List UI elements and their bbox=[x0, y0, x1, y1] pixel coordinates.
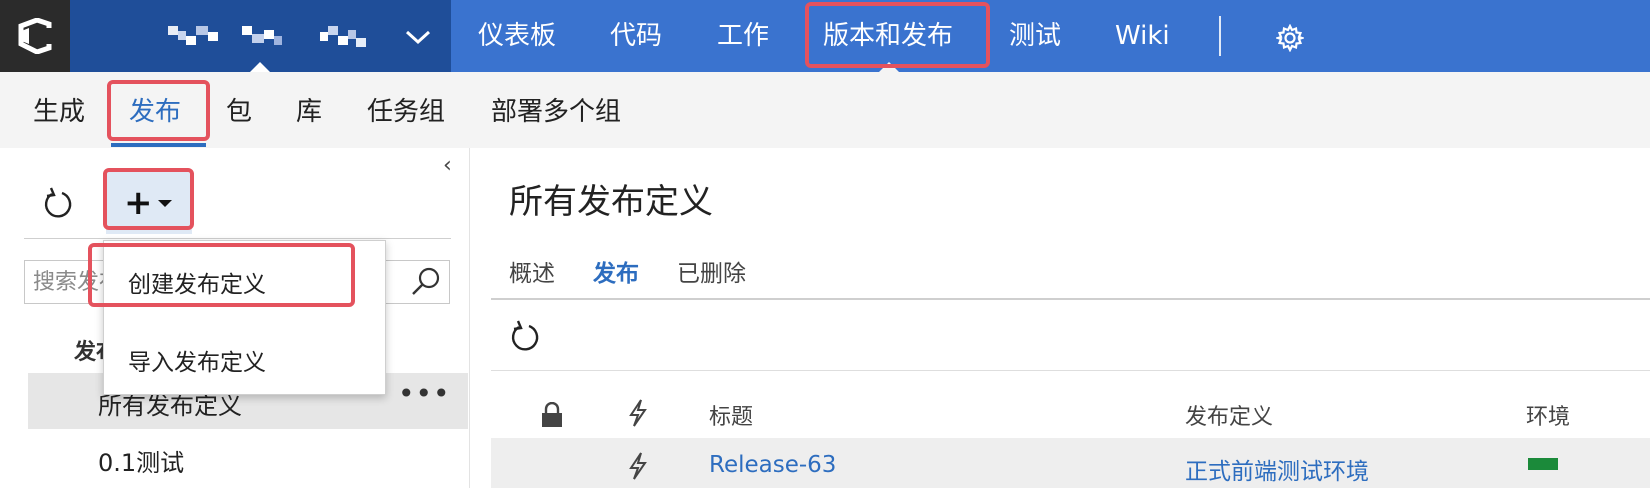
left-divider bbox=[24, 238, 451, 239]
tab-deleted[interactable]: 已删除 bbox=[677, 254, 746, 288]
project-name-blurred bbox=[168, 26, 367, 48]
search-icon[interactable] bbox=[410, 266, 442, 298]
add-button[interactable]: + bbox=[106, 172, 192, 234]
nav-build-and-release[interactable]: 版本和发布 bbox=[823, 19, 953, 53]
refresh-icon[interactable] bbox=[42, 185, 74, 221]
page-title: 所有发布定义 bbox=[509, 182, 713, 222]
gear-icon[interactable] bbox=[1276, 24, 1304, 52]
column-header-title[interactable]: 标题 bbox=[709, 399, 753, 431]
nav-test[interactable]: 测试 bbox=[1009, 19, 1061, 53]
definition-item-test[interactable]: 0.1测试 bbox=[98, 443, 184, 478]
table-row[interactable] bbox=[491, 438, 1650, 488]
subnav-task-groups[interactable]: 任务组 bbox=[367, 96, 445, 128]
subnav-packages[interactable]: 包 bbox=[226, 96, 252, 128]
tabs-divider bbox=[491, 298, 1650, 300]
subnav-build[interactable]: 生成 bbox=[33, 96, 85, 128]
nav-code[interactable]: 代码 bbox=[610, 19, 662, 53]
lightning-icon bbox=[629, 399, 647, 427]
more-options-icon[interactable]: ••• bbox=[398, 377, 451, 410]
project-selector[interactable] bbox=[70, 0, 451, 72]
environment-status-badge[interactable] bbox=[1528, 458, 1558, 470]
tab-overview[interactable]: 概述 bbox=[509, 254, 555, 288]
release-definition-link[interactable]: 正式前端测试环境 bbox=[1185, 452, 1369, 486]
nav-wiki[interactable]: Wiki bbox=[1115, 19, 1170, 53]
menu-item-import-release-definition[interactable]: 导入发布定义 bbox=[128, 343, 266, 377]
lightning-icon bbox=[629, 452, 647, 480]
add-dropdown-menu: 创建发布定义 导入发布定义 bbox=[103, 240, 386, 395]
lock-icon bbox=[542, 402, 562, 427]
subnav-deployment-groups[interactable]: 部署多个组 bbox=[491, 96, 621, 128]
subnav-active-underline bbox=[111, 143, 206, 147]
plus-icon: + bbox=[124, 183, 153, 223]
top-bar: 仪表板 代码 工作 版本和发布 测试 Wiki bbox=[0, 0, 1650, 72]
vsts-logo-icon bbox=[18, 18, 53, 54]
nav-dashboard[interactable]: 仪表板 bbox=[478, 19, 556, 53]
subnav-release[interactable]: 发布 bbox=[129, 96, 181, 128]
toolbar-divider bbox=[491, 370, 1650, 371]
tab-releases[interactable]: 发布 bbox=[593, 254, 639, 288]
nav-work[interactable]: 工作 bbox=[717, 19, 769, 53]
menu-item-create-release-definition[interactable]: 创建发布定义 bbox=[128, 265, 266, 299]
caret-down-icon bbox=[158, 200, 172, 207]
subnav-library[interactable]: 库 bbox=[296, 96, 322, 128]
release-link[interactable]: Release-63 bbox=[709, 452, 836, 478]
chevron-down-icon[interactable] bbox=[404, 28, 432, 46]
nav-separator bbox=[1219, 16, 1221, 56]
project-notch bbox=[250, 62, 270, 72]
logo-home-button[interactable] bbox=[0, 0, 70, 72]
column-header-environment[interactable]: 环境 bbox=[1526, 399, 1570, 431]
chevron-left-icon[interactable]: ‹ bbox=[443, 154, 452, 178]
active-nav-notch bbox=[879, 62, 899, 72]
column-header-definition[interactable]: 发布定义 bbox=[1185, 399, 1273, 431]
refresh-icon[interactable] bbox=[509, 318, 541, 354]
